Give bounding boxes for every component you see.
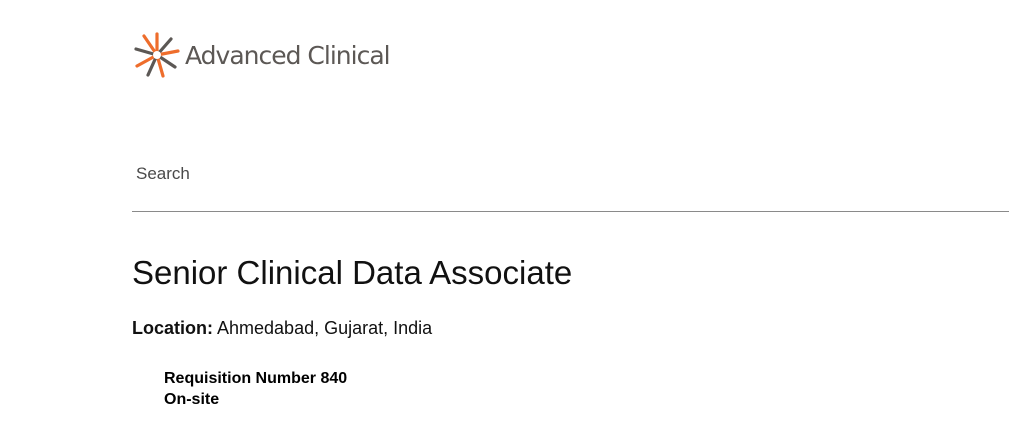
search-input[interactable] <box>132 152 1009 196</box>
job-title: Senior Clinical Data Associate <box>132 254 573 291</box>
job-details: Requisition Number 840 On-site <box>164 368 347 410</box>
work-mode: On-site <box>164 391 220 408</box>
location-value: Ahmedabad, Gujarat, India <box>217 318 433 338</box>
requisition-number: Requisition Number 840 <box>164 370 348 387</box>
starburst-logo-icon <box>134 32 180 78</box>
location-label: Location: <box>132 318 213 338</box>
job-location: Location: Ahmedabad, Gujarat, India <box>132 316 432 340</box>
brand-name: Advanced Clinical <box>185 40 391 70</box>
job-posting-page: Advanced Clinical Senior Clinical Data A… <box>0 0 1009 447</box>
company-logo[interactable]: Advanced Clinical <box>132 31 391 79</box>
search-bar <box>132 152 1009 212</box>
